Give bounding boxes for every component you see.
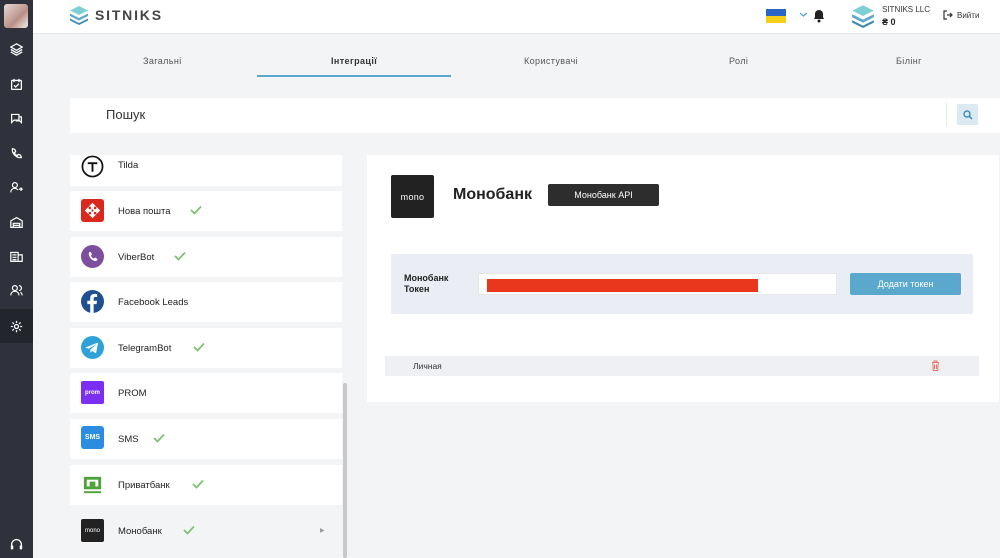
redacted-token [487,279,758,292]
connected-check-icon [153,433,165,443]
nova-poshta-icon [81,199,104,222]
brand[interactable]: SITNIKS [69,5,163,25]
token-input[interactable] [478,273,837,295]
monobank-icon: mono [81,519,104,542]
token-name: Личная [413,361,442,371]
topbar: SITNIKS SITNIKS LLC ₴ 0 Вийти [33,0,1000,34]
tab-general[interactable]: Загальні [143,56,182,66]
ledger-icon[interactable] [0,239,33,273]
brand-name: SITNIKS [95,7,163,23]
connected-check-icon [192,479,204,489]
user-avatar[interactable] [4,4,28,28]
sms-icon: SMS [81,426,104,449]
list-item-facebook-leads[interactable]: Facebook Leads [70,282,342,322]
monobank-logo: mono [391,175,434,218]
chevron-down-icon[interactable] [799,11,808,18]
list-item-tilda[interactable]: Tilda [70,155,342,186]
user-swap-icon[interactable] [0,170,33,204]
list-item-label: Монобанк [118,526,162,537]
tab-integrations[interactable]: Інтеграції [331,56,377,66]
connected-check-icon [190,205,202,215]
search-bar [70,98,1000,133]
viber-icon [81,245,104,268]
brand-logo-icon [70,6,88,25]
tab-billing[interactable]: Білінг [896,56,922,66]
token-label: Монобанк Токен [404,273,449,294]
list-item-label: TelegramBot [118,343,172,354]
search-divider [946,103,947,127]
tilda-icon [81,155,104,178]
search-button[interactable] [957,104,978,125]
list-item-telegrambot[interactable]: TelegramBot [70,328,342,368]
language-flag-icon[interactable] [766,9,786,23]
logout-label: Вийти [957,10,980,20]
company-logo-icon [852,5,874,28]
add-token-button[interactable]: Додати токен [850,273,961,295]
calendar-icon[interactable] [0,67,33,101]
sidebar [0,0,33,558]
prom-icon: prom [81,381,104,404]
connected-check-icon [183,525,195,535]
search-icon [962,109,973,120]
users-icon[interactable] [0,273,33,307]
list-item-label: Приватбанк [118,480,170,491]
settings-icon[interactable] [0,309,33,343]
logout-icon [943,10,953,20]
list-item-nova-poshta[interactable]: Нова пошта [70,191,342,231]
list-item-prom[interactable]: prom PROM [70,373,342,413]
integrations-list: Tilda Нова пошта ViberBot Facebook Leads… [70,155,348,558]
monobank-api-button[interactable]: Монобанк API [548,184,659,206]
list-item-label: ViberBot [118,252,155,263]
list-item-label: Tilda [118,160,139,171]
bell-icon[interactable] [813,9,825,23]
chevron-right-icon: ▶ [320,528,325,534]
tab-users[interactable]: Користувачі [524,56,578,66]
list-item-sms[interactable]: SMS SMS [70,419,342,459]
logout-button[interactable]: Вийти [943,10,979,20]
integration-detail-panel: mono Монобанк Монобанк API Монобанк Токе… [367,155,999,402]
privatbank-icon [83,476,102,494]
active-tab-indicator [257,75,451,77]
telegram-icon [81,336,104,359]
token-row: Личная [385,356,979,376]
list-item-privatbank[interactable]: Приватбанк [70,465,342,505]
connected-check-icon [174,251,186,261]
tab-roles[interactable]: Ролі [729,56,748,66]
list-item-label: Facebook Leads [118,297,189,308]
list-item-label: PROM [118,388,147,399]
headset-icon[interactable] [0,527,33,558]
phone-icon[interactable] [0,136,33,170]
token-form: Монобанк Токен Додати токен [391,254,973,314]
list-item-label: Нова пошта [118,206,171,217]
company-name: SITNIKS LLC [882,5,931,14]
list-item-label: SMS [118,434,139,445]
settings-tabs: Загальні Інтеграції Користувачі Ролі Біл… [70,34,1000,80]
layers-icon[interactable] [0,32,33,66]
integration-title: Монобанк [453,186,532,203]
trash-icon[interactable] [931,360,940,371]
warehouse-icon[interactable] [0,205,33,239]
list-scrollbar[interactable] [343,383,347,558]
balance: ₴ 0 [882,17,896,27]
facebook-icon [81,290,104,313]
list-item-monobank[interactable]: mono Монобанк ▶ [70,511,342,551]
list-item-viberbot[interactable]: ViberBot [70,237,342,277]
connected-check-icon [193,342,205,352]
chat-icon[interactable] [0,101,33,135]
search-input[interactable] [106,107,906,122]
